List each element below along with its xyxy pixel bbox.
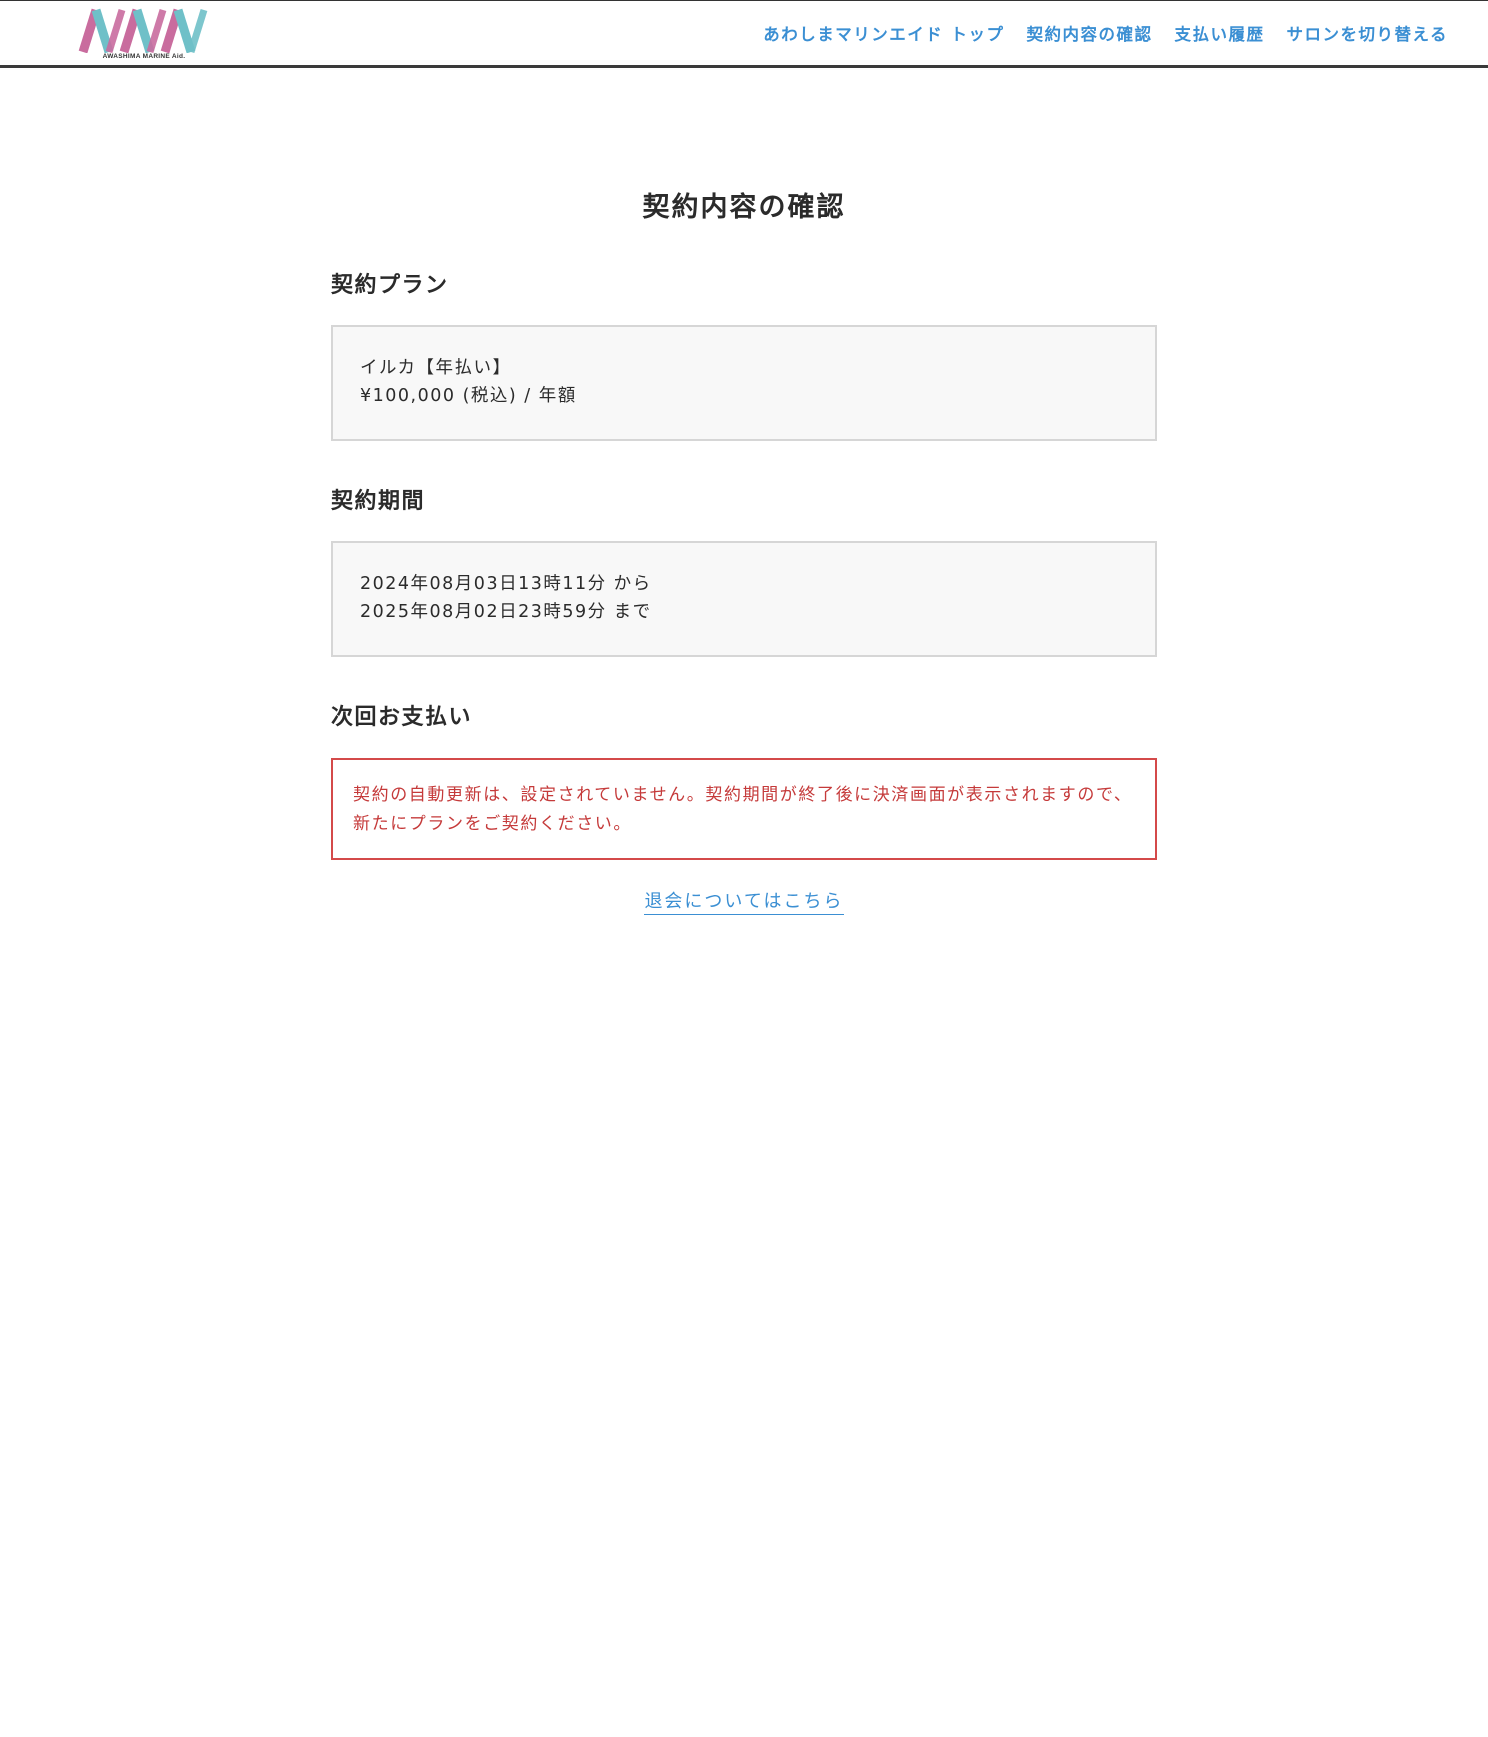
plan-heading: 契約プラン (331, 273, 449, 298)
header-bar: AWASHIMA MARINE Aid. あわしまマリンエイド トップ 契約内容… (0, 0, 1488, 68)
page-title: 契約内容の確認 (642, 192, 846, 223)
withdraw-link[interactable]: 退会についてはこちら (644, 891, 844, 915)
withdraw-link-container: 退会についてはこちら (0, 887, 1488, 915)
nav-link-top[interactable]: あわしまマリンエイド トップ (763, 21, 1004, 45)
period-end: 2025年08月02日23時59分 まで (360, 602, 652, 622)
next-payment-heading: 次回お支払い (331, 705, 473, 730)
nav-link-contract[interactable]: 契約内容の確認 (1026, 21, 1152, 45)
plan-box: イルカ【年払い】 ¥100,000 (税込) / 年額 (331, 325, 1157, 441)
plan-price: ¥100,000 (税込) / 年額 (360, 386, 577, 406)
auto-renew-notice: 契約の自動更新は、設定されていません。契約期間が終了後に決済画面が表示されますの… (331, 758, 1157, 860)
logo-mark-icon (78, 8, 208, 53)
main-nav: あわしまマリンエイド トップ 契約内容の確認 支払い履歴 サロンを切り替える (763, 1, 1448, 65)
nav-link-payment-history[interactable]: 支払い履歴 (1174, 21, 1264, 45)
brand-logo[interactable]: AWASHIMA MARINE Aid. (78, 7, 210, 63)
period-box: 2024年08月03日13時11分 から 2025年08月02日23時59分 ま… (331, 541, 1157, 657)
logo-text: AWASHIMA MARINE Aid. (102, 53, 186, 60)
period-heading: 契約期間 (331, 489, 426, 514)
nav-link-switch-salon[interactable]: サロンを切り替える (1286, 21, 1448, 45)
period-start: 2024年08月03日13時11分 から (360, 574, 652, 594)
plan-name: イルカ【年払い】 (360, 358, 512, 378)
